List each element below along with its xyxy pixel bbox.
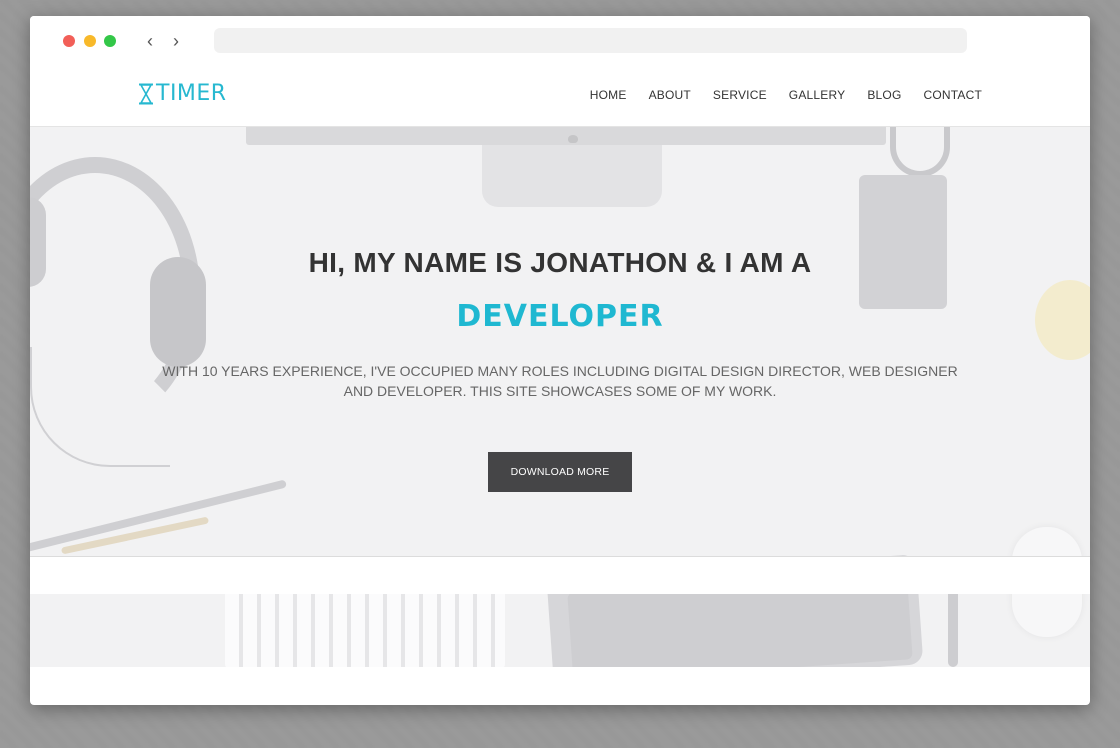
nav-item-home[interactable]: HOME xyxy=(590,88,627,102)
monitor-image xyxy=(246,127,886,145)
nav-item-blog[interactable]: BLOG xyxy=(867,88,901,102)
hero-role: DEVELOPER xyxy=(456,299,664,334)
pencil-image xyxy=(30,479,287,553)
logo-text: TIMER xyxy=(156,81,227,106)
forward-arrow-icon[interactable]: › xyxy=(169,30,183,52)
browser-toolbar: ‹ › xyxy=(30,16,1090,64)
nav-item-contact[interactable]: CONTACT xyxy=(923,88,982,102)
hard-drive-image xyxy=(859,175,947,309)
site-header: TIMER HOME ABOUT SERVICE GALLERY BLOG CO… xyxy=(30,64,1090,127)
minimize-window-button[interactable] xyxy=(84,35,96,47)
page-footer-strip xyxy=(30,556,1090,594)
maximize-window-button[interactable] xyxy=(104,35,116,47)
back-arrow-icon[interactable]: ‹ xyxy=(143,30,157,52)
headphones-cord xyxy=(30,347,170,467)
hero-description: WITH 10 YEARS EXPERIENCE, I'VE OCCUPIED … xyxy=(162,363,958,399)
apple-logo-icon xyxy=(568,135,578,143)
nav-item-gallery[interactable]: GALLERY xyxy=(789,88,846,102)
main-nav: HOME ABOUT SERVICE GALLERY BLOG CONTACT xyxy=(568,88,982,102)
nav-item-service[interactable]: SERVICE xyxy=(713,88,767,102)
close-window-button[interactable] xyxy=(63,35,75,47)
site-logo[interactable]: TIMER xyxy=(138,81,227,106)
address-bar[interactable] xyxy=(214,28,967,53)
cable-image xyxy=(890,127,950,177)
download-more-button[interactable]: DOWNLOAD MORE xyxy=(488,452,632,492)
browser-window: ‹ › TIMER HOME ABOUT SERVICE GALLERY BLO… xyxy=(30,16,1090,705)
nav-item-about[interactable]: ABOUT xyxy=(649,88,691,102)
hourglass-icon xyxy=(139,83,153,104)
monitor-stand-image xyxy=(482,145,662,207)
hero-title: HI, MY NAME IS JONATHON & I AM A xyxy=(308,247,812,278)
